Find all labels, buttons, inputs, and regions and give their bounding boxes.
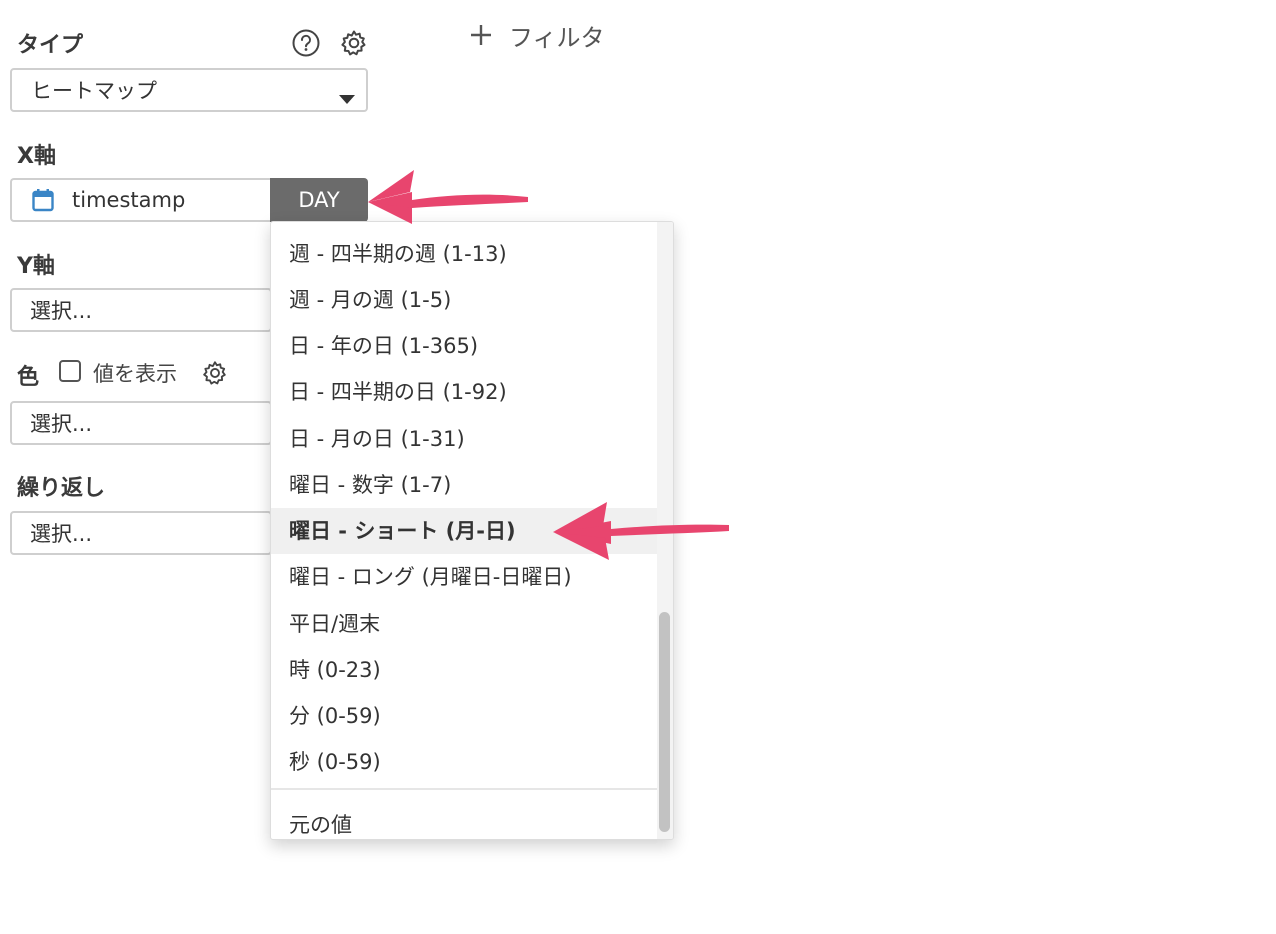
calendar-icon: [32, 188, 54, 212]
x-axis-field-name: timestamp: [72, 188, 186, 212]
x-axis-label: X軸: [17, 144, 56, 169]
color-label: 色: [17, 365, 40, 390]
type-select-value: ヒートマップ: [31, 79, 157, 103]
granularity-button-label: DAY: [298, 188, 340, 212]
x-axis-field[interactable]: timestamp: [10, 178, 272, 222]
type-label: タイプ: [17, 33, 84, 58]
menu-item-day-of-month[interactable]: 日 - 月の日 (1-31): [271, 416, 657, 462]
show-values-checkbox[interactable]: [59, 360, 81, 382]
repeat-select[interactable]: 選択...: [10, 511, 272, 555]
menu-item-week-of-quarter[interactable]: 週 - 四半期の週 (1-13): [271, 231, 657, 277]
add-filter-label: フィルタ: [509, 23, 605, 52]
color-select[interactable]: 選択...: [10, 401, 272, 445]
repeat-placeholder: 選択...: [30, 522, 93, 546]
color-gear-icon[interactable]: [201, 359, 229, 387]
annotation-arrow-weekday-short: [553, 502, 729, 560]
gear-icon[interactable]: [339, 28, 369, 58]
help-icon[interactable]: [291, 28, 321, 58]
show-values-label[interactable]: 値を表示: [93, 358, 177, 388]
type-select[interactable]: ヒートマップ: [10, 68, 368, 112]
repeat-label: 繰り返し: [17, 476, 106, 501]
menu-item-day-of-year[interactable]: 日 - 年の日 (1-365): [271, 323, 657, 369]
annotation-arrow-granularity: [368, 170, 528, 224]
menu-item-minute[interactable]: 分 (0-59): [271, 693, 657, 739]
y-axis-label: Y軸: [17, 254, 55, 279]
menu-item-weekday-weekend[interactable]: 平日/週末: [271, 601, 657, 647]
y-axis-placeholder: 選択...: [30, 299, 93, 323]
menu-divider: [271, 788, 657, 790]
menu-item-day-of-quarter[interactable]: 日 - 四半期の日 (1-92): [271, 369, 657, 415]
color-placeholder: 選択...: [30, 412, 93, 436]
caret-down-icon: [339, 86, 355, 110]
y-axis-select[interactable]: 選択...: [10, 288, 272, 332]
plus-icon: [469, 23, 493, 47]
menu-item-week-of-month[interactable]: 週 - 月の週 (1-5): [271, 277, 657, 323]
menu-item-hour[interactable]: 時 (0-23): [271, 647, 657, 693]
menu-item-second[interactable]: 秒 (0-59): [271, 739, 657, 785]
menu-item-raw-value[interactable]: 元の値: [271, 802, 657, 839]
add-filter-button[interactable]: フィルタ: [469, 18, 605, 52]
dropdown-scrollbar-thumb[interactable]: [659, 612, 670, 832]
